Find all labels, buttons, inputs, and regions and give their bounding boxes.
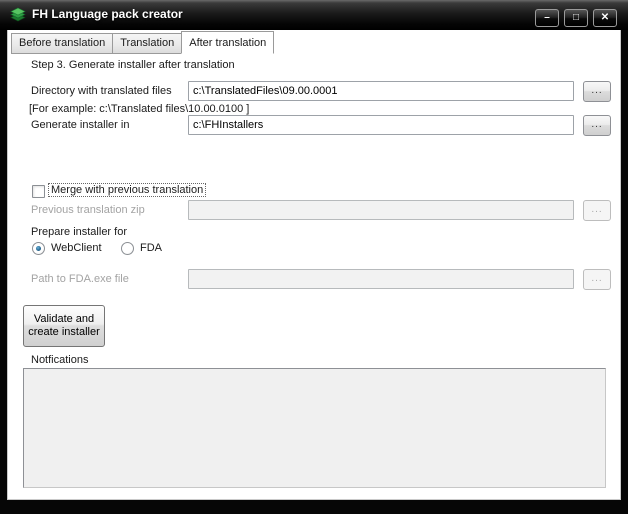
tab-strip: Before translation Translation After tra… (11, 31, 275, 54)
layers-icon (10, 7, 26, 23)
maximize-button[interactable]: □ (564, 9, 588, 27)
example-hint: [For example: c:\Translated files\10.00.… (29, 103, 250, 115)
fda-path-input (188, 269, 574, 289)
client-area: Before translation Translation After tra… (7, 30, 621, 500)
tab-after-translation[interactable]: After translation (181, 31, 275, 54)
maximize-icon: □ (572, 12, 580, 23)
previous-zip-label: Previous translation zip (31, 204, 145, 216)
tab-translation[interactable]: Translation (112, 33, 183, 54)
merge-checkbox[interactable] (32, 185, 45, 198)
minimize-button[interactable]: – (535, 9, 559, 27)
prepare-for-label: Prepare installer for (31, 226, 127, 238)
window-controls: – □ ✕ (535, 9, 617, 27)
app-window: FH Language pack creator – □ ✕ Before tr… (0, 0, 628, 514)
tab-before-translation[interactable]: Before translation (11, 33, 114, 54)
minimize-icon: – (544, 12, 550, 23)
installer-label: Generate installer in (31, 119, 130, 131)
installer-browse-button[interactable]: ... (583, 115, 611, 136)
radio-fda-label[interactable]: FDA (140, 242, 162, 254)
radio-webclient-label[interactable]: WebClient (51, 242, 102, 254)
validate-create-installer-button[interactable]: Validate and create installer (23, 305, 105, 347)
radio-fda[interactable] (121, 242, 134, 255)
radio-webclient[interactable] (32, 242, 45, 255)
merge-checkbox-label[interactable]: Merge with previous translation (47, 183, 207, 197)
fda-path-label: Path to FDA.exe file (31, 273, 129, 285)
directory-browse-button[interactable]: ... (583, 81, 611, 102)
step-title: Step 3. Generate installer after transla… (31, 59, 235, 71)
window-title: FH Language pack creator (32, 7, 183, 21)
close-button[interactable]: ✕ (593, 9, 617, 27)
close-icon: ✕ (600, 12, 610, 23)
notifications-label: Notfications (31, 354, 89, 366)
notifications-box[interactable] (23, 368, 606, 488)
directory-label: Directory with translated files (31, 85, 172, 97)
installer-input[interactable] (188, 115, 574, 135)
fda-path-browse-button: ... (583, 269, 611, 290)
radio-selected-dot (36, 246, 41, 251)
directory-input[interactable] (188, 81, 574, 101)
previous-zip-browse-button: ... (583, 200, 611, 221)
titlebar: FH Language pack creator – □ ✕ (0, 0, 628, 30)
previous-zip-input (188, 200, 574, 220)
